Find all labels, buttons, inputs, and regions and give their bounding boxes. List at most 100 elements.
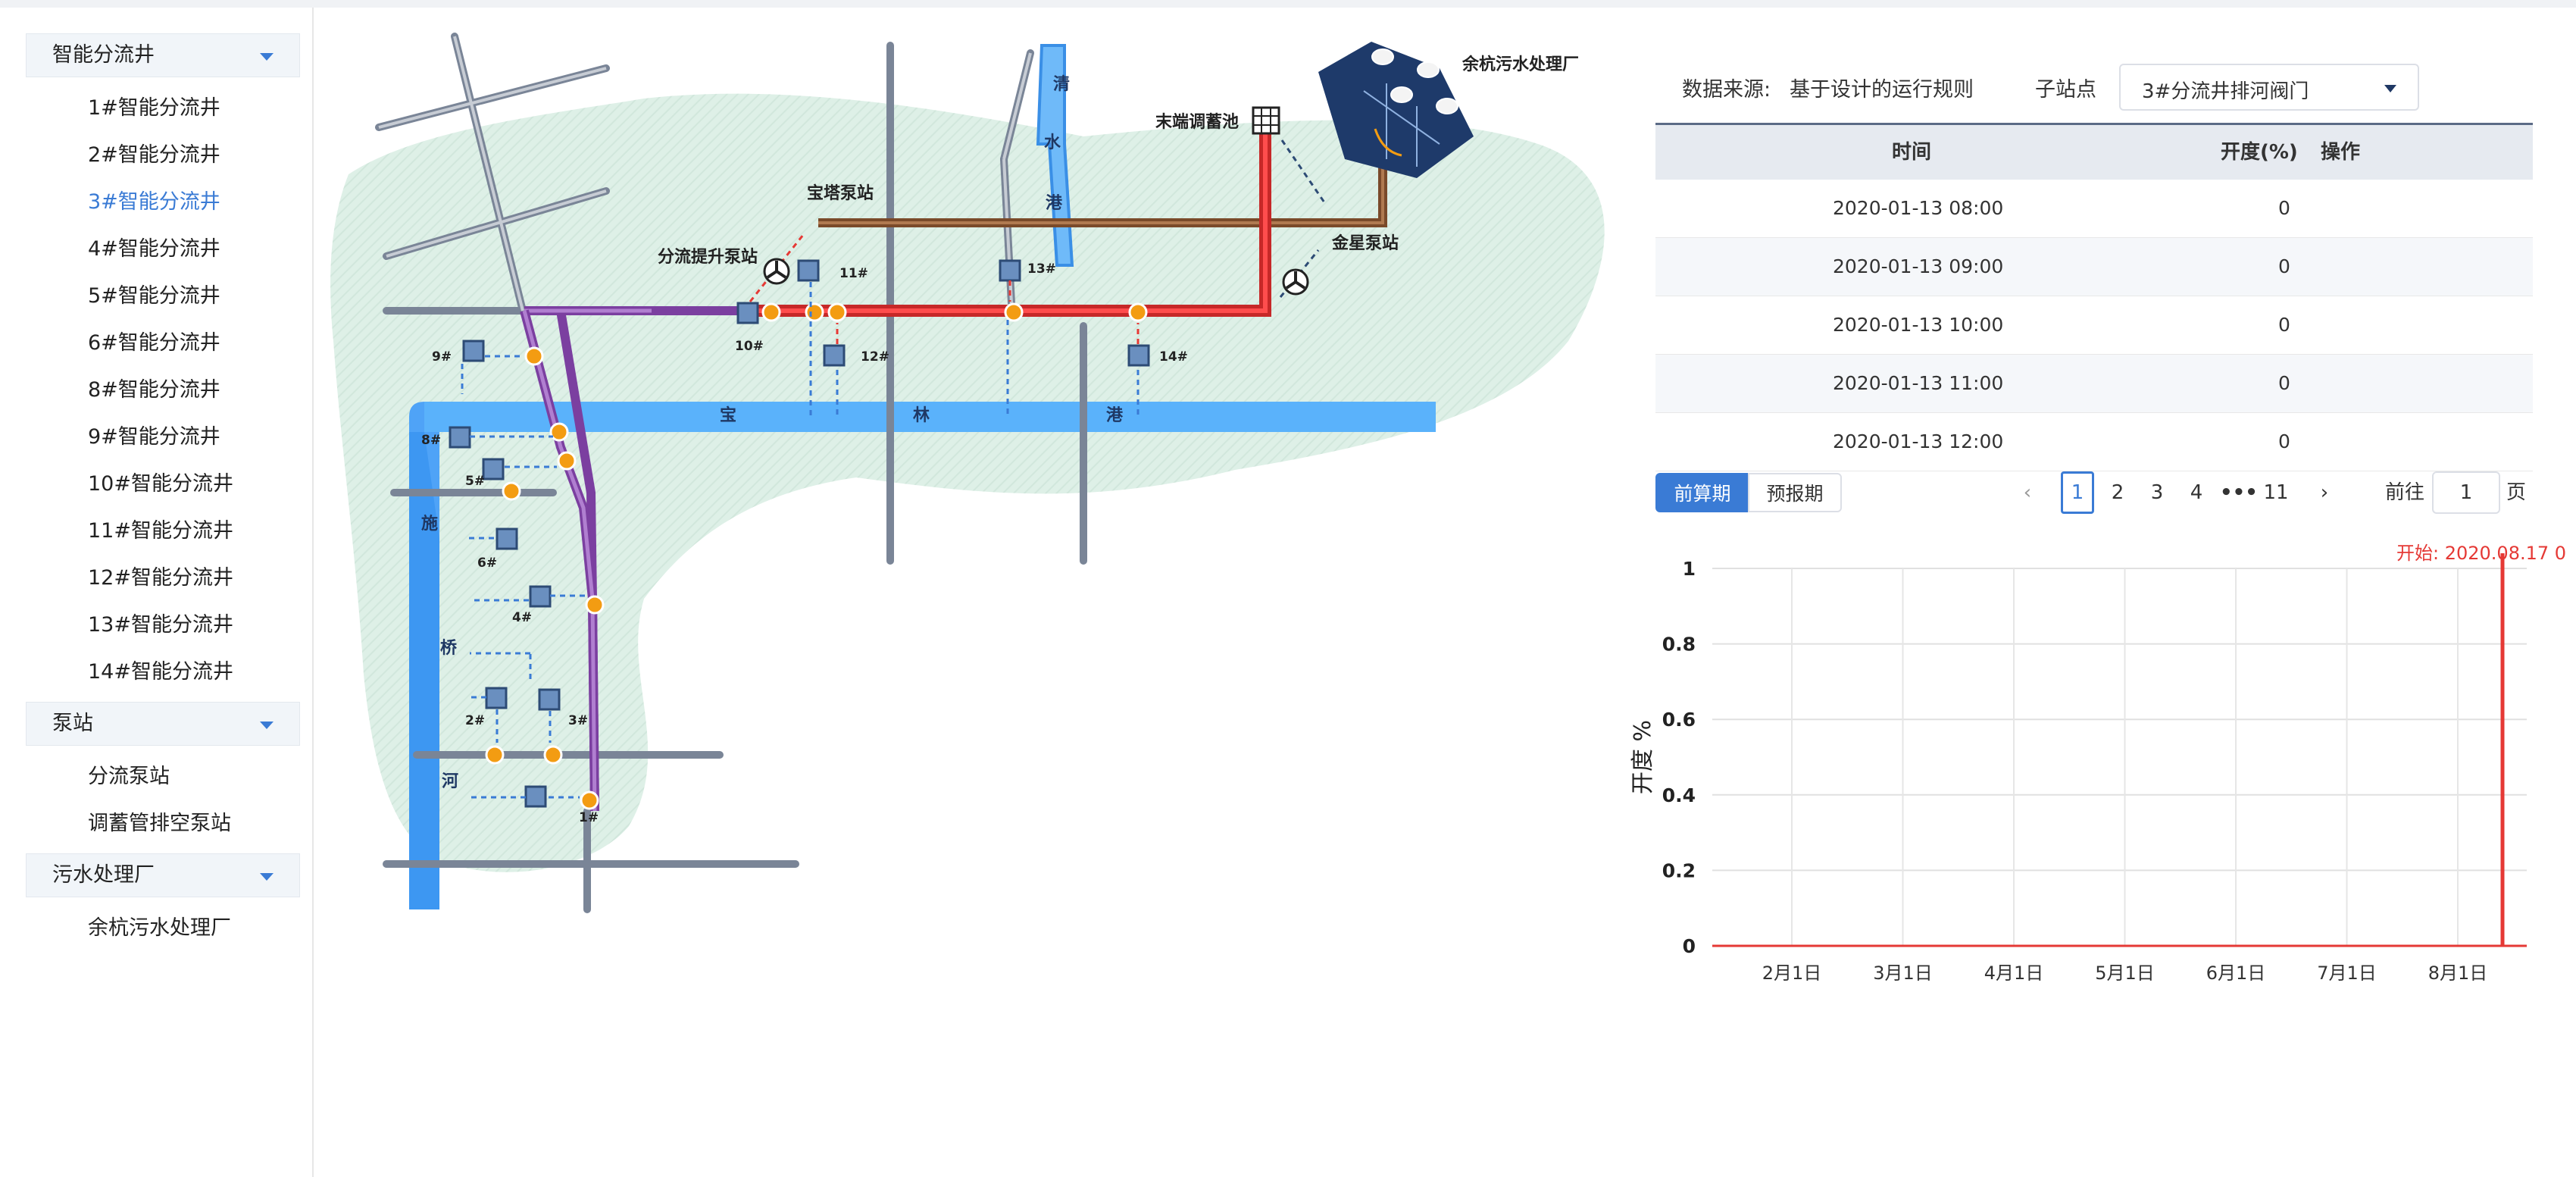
group-smart-wells[interactable]: 智能分流井 — [26, 33, 300, 77]
x-tick-label: 6月1日 — [2206, 963, 2266, 984]
y-tick-label: 1 — [1683, 558, 1696, 580]
label-river-h1: 宝 — [720, 405, 736, 425]
station-label: 3# — [568, 713, 588, 728]
table-header: 时间 开度(%) 操作 — [1655, 123, 2533, 180]
chevron-down-icon — [260, 53, 274, 61]
sidebar-item-well-14[interactable]: 14#智能分流井 — [88, 657, 233, 687]
substation-select[interactable]: 3#分流井排河阀门 — [2119, 64, 2419, 111]
sidebar: 智能分流井 1#智能分流井 2#智能分流井 3#智能分流井 4#智能分流井 5#… — [0, 8, 314, 1177]
start-marker-label: 开始: 2020.08.17 0 — [2396, 543, 2566, 564]
cell-value: 0 — [2278, 197, 2290, 219]
sidebar-item-well-3[interactable]: 3#智能分流井 — [88, 187, 220, 218]
y-tick-label: 0.4 — [1662, 784, 1696, 806]
source-label: 数据来源: — [1682, 78, 1771, 102]
station-label: 8# — [421, 433, 441, 448]
network-map: 余杭污水处理厂 末端调蓄池 宝塔泵站 分流提升泵站 金星泵站 宝 林 港 清 水… — [326, 23, 1621, 932]
substation-select-value: 3#分流井排河阀门 — [2142, 80, 2309, 103]
label-river-l2: 桥 — [440, 638, 457, 658]
table-row: 2020-01-13 08:00 0 — [1655, 180, 2533, 238]
label-river-v3: 港 — [1046, 194, 1063, 213]
station-label: 1# — [579, 810, 599, 825]
table-row: 2020-01-13 11:00 0 — [1655, 355, 2533, 413]
label-jinxing: 金星泵站 — [1331, 233, 1399, 253]
table-row: 2020-01-13 12:00 0 — [1655, 413, 2533, 471]
station-label: 10# — [735, 339, 764, 354]
valve-table: 时间 开度(%) 操作 2020-01-13 08:00 0 2020-01-1… — [1655, 123, 2533, 471]
tab-forecast-period[interactable]: 预报期 — [1748, 473, 1842, 512]
label-river-h2: 林 — [913, 406, 930, 425]
sidebar-item-diversion-pump[interactable]: 分流泵站 — [88, 762, 170, 792]
y-axis-label: 开度 % — [1630, 720, 1656, 794]
x-tick-label: 2月1日 — [1762, 963, 1822, 984]
table-row: 2020-01-13 10:00 0 — [1655, 296, 2533, 355]
page-ellipsis[interactable]: ••• — [2220, 471, 2258, 514]
sidebar-item-well-6[interactable]: 6#智能分流井 — [88, 328, 220, 358]
label-river-v1: 清 — [1053, 74, 1070, 94]
chevron-down-icon — [260, 873, 274, 881]
x-tick-label: 4月1日 — [1984, 963, 2044, 984]
sidebar-item-well-8[interactable]: 8#智能分流井 — [88, 375, 220, 405]
group-label: 智能分流井 — [52, 43, 155, 67]
label-river-h3: 港 — [1106, 406, 1124, 425]
station-label: 4# — [512, 610, 532, 625]
page-3[interactable]: 3 — [2146, 471, 2168, 514]
x-tick-label: 7月1日 — [2317, 963, 2377, 984]
cell-time: 2020-01-13 09:00 — [1833, 255, 2004, 277]
group-label: 泵站 — [52, 712, 93, 735]
station-label: 2# — [465, 713, 485, 728]
station-label: 6# — [477, 556, 497, 571]
prev-page-button[interactable]: ‹ — [2018, 471, 2037, 514]
group-pump-stations[interactable]: 泵站 — [26, 702, 300, 746]
col-action: 操作 — [2321, 141, 2361, 164]
x-tick-label: 5月1日 — [2095, 963, 2155, 984]
label-river-v2: 水 — [1044, 133, 1061, 152]
cell-time: 2020-01-13 11:00 — [1833, 372, 2004, 394]
sidebar-item-well-9[interactable]: 9#智能分流井 — [88, 422, 220, 452]
page-1[interactable]: 1 — [2061, 471, 2094, 514]
next-page-button[interactable]: › — [2315, 471, 2334, 514]
cell-time: 2020-01-13 10:00 — [1833, 314, 2004, 336]
fan-icon — [1282, 268, 1309, 296]
sidebar-item-well-1[interactable]: 1#智能分流井 — [88, 93, 220, 124]
sidebar-item-well-13[interactable]: 13#智能分流井 — [88, 610, 233, 640]
page-suffix: 页 — [2506, 481, 2526, 504]
station-label: 12# — [861, 349, 889, 365]
label-pump-lift: 分流提升泵站 — [658, 247, 758, 267]
map-canvas: 余杭污水处理厂 末端调蓄池 宝塔泵站 分流提升泵站 金星泵站 宝 林 港 清 水… — [330, 33, 1605, 913]
cell-value: 0 — [2278, 255, 2290, 277]
chart-canvas: 0 0.2 0.4 0.6 0.8 1 2月1日 3月1日 4月1日 5月1日 6月1日 7月1日 8月… — [1630, 543, 2566, 984]
opening-chart: 0 0.2 0.4 0.6 0.8 1 2月1日 3月1日 4月1日 5月1日 6月1日 7月1日 8月… — [1621, 531, 2576, 1016]
sidebar-item-well-11[interactable]: 11#智能分流井 — [88, 516, 233, 546]
station-label: 13# — [1027, 261, 1056, 277]
sidebar-item-drain-pump[interactable]: 调蓄管排空泵站 — [88, 809, 231, 839]
sidebar-item-well-5[interactable]: 5#智能分流井 — [88, 281, 220, 311]
station-label: 14# — [1159, 349, 1188, 365]
sidebar-item-yuhang-plant[interactable]: 余杭污水处理厂 — [88, 913, 231, 944]
page-11[interactable]: 11 — [2259, 471, 2293, 514]
station-label: 11# — [839, 266, 868, 281]
goto-label: 前往 — [2384, 481, 2424, 504]
page-2[interactable]: 2 — [2106, 471, 2129, 514]
cell-time: 2020-01-13 12:00 — [1833, 430, 2004, 452]
chevron-down-icon — [2384, 85, 2396, 92]
label-river-l1: 施 — [421, 514, 438, 534]
group-treatment-plants[interactable]: 污水处理厂 — [26, 853, 300, 897]
tab-past-period[interactable]: 前算期 — [1655, 473, 1749, 512]
station-label: 5# — [465, 474, 485, 489]
table-row: 2020-01-13 09:00 0 — [1655, 238, 2533, 296]
label-baota: 宝塔泵站 — [807, 183, 874, 203]
y-tick-label: 0.6 — [1662, 709, 1696, 731]
cell-value: 0 — [2278, 430, 2290, 452]
sidebar-item-well-4[interactable]: 4#智能分流井 — [88, 234, 220, 265]
sidebar-item-well-12[interactable]: 12#智能分流井 — [88, 563, 233, 593]
sidebar-item-well-2[interactable]: 2#智能分流井 — [88, 140, 220, 171]
col-time: 时间 — [1892, 141, 1932, 164]
page-4[interactable]: 4 — [2185, 471, 2208, 514]
cell-value: 0 — [2278, 314, 2290, 336]
sidebar-item-well-10[interactable]: 10#智能分流井 — [88, 469, 233, 499]
y-tick-label: 0 — [1683, 935, 1696, 957]
chevron-down-icon — [260, 722, 274, 729]
label-river-l3: 河 — [442, 772, 458, 791]
goto-page-input[interactable]: 1 — [2432, 471, 2500, 514]
cell-time: 2020-01-13 08:00 — [1833, 197, 2004, 219]
